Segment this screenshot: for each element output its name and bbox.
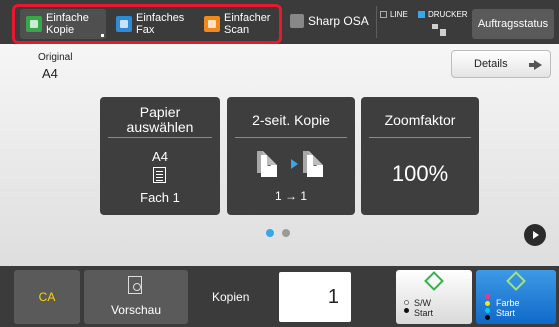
zoom-value: 100% <box>391 161 449 186</box>
color-start-label: Farbe Start <box>496 298 520 318</box>
paper-select-tile[interactable]: Papier auswählen A4 Fach 1 <box>100 97 220 215</box>
arrow-right-icon <box>529 60 542 70</box>
page-indicator <box>266 229 298 237</box>
details-label: Details <box>474 58 508 70</box>
copies-label: Kopien <box>212 290 250 304</box>
tile-divider <box>108 137 212 138</box>
clear-all-button[interactable]: CA <box>14 270 80 324</box>
sharp-osa-icon <box>290 14 304 28</box>
zoom-tile-title: Zoomfaktor <box>384 112 456 128</box>
duplex-mapping: 1 → 1 <box>274 189 307 203</box>
divider <box>376 6 377 38</box>
page-dot[interactable] <box>282 229 290 237</box>
job-queue-icon <box>432 24 446 36</box>
paper-size: A4 <box>152 149 168 164</box>
tile-divider <box>369 137 471 138</box>
quick-scan-button[interactable]: Einfacher Scan <box>198 9 278 39</box>
bottom-bar: CA Vorschau Kopien 1 S/W Start Farbe Sta… <box>0 266 559 327</box>
start-diamond-icon <box>506 271 526 291</box>
quick-copy-button[interactable]: Einfache Kopie <box>20 9 106 39</box>
job-status-button[interactable]: Auftragsstatus <box>472 9 554 39</box>
copies-input[interactable]: 1 <box>279 272 351 322</box>
line-indicator: LINE <box>380 10 408 19</box>
zoom-tile[interactable]: Zoomfaktor 100% <box>361 97 479 215</box>
line-label: LINE <box>390 10 408 19</box>
quick-fax-button[interactable]: Einfaches Fax <box>110 9 192 39</box>
page-b-icon: 1 <box>307 155 323 177</box>
duplex-copy-tile[interactable]: 2-seit. Kopie 1 1 1 → 1 <box>227 97 355 215</box>
printer-status-icon <box>418 11 425 18</box>
next-page-button[interactable] <box>524 224 546 246</box>
details-button[interactable]: Details <box>451 50 551 78</box>
color-mode-icon <box>485 294 490 324</box>
duplex-mode-icon: 1 1 <box>257 151 325 181</box>
scan-icon <box>204 16 220 32</box>
start-diamond-icon <box>424 271 444 291</box>
original-value: A4 <box>42 66 58 81</box>
page-dot-active[interactable] <box>266 229 274 237</box>
bw-mode-icon <box>404 300 410 316</box>
preview-icon <box>128 276 142 294</box>
paper-tile-title: Papier auswählen <box>126 104 194 135</box>
page-a-icon: 1 <box>261 155 277 177</box>
quick-copy-label: Einfache Kopie <box>46 12 89 36</box>
top-bar: Einfache Kopie Einfaches Fax Einfacher S… <box>0 0 559 44</box>
preview-button[interactable]: Vorschau <box>84 270 188 324</box>
corner-marker <box>101 34 104 37</box>
arrow-right-icon <box>291 159 298 169</box>
color-start-button[interactable]: Farbe Start <box>476 270 556 324</box>
duplex-tile-title: 2-seit. Kopie <box>252 112 330 128</box>
tile-divider <box>235 137 347 138</box>
original-label: Original <box>38 52 73 63</box>
quick-scan-label: Einfacher Scan <box>224 12 271 36</box>
copy-icon <box>26 16 42 32</box>
fax-icon <box>116 16 132 32</box>
paper-tray-icon <box>153 167 166 183</box>
bw-start-label: S/W Start <box>414 298 434 318</box>
sharp-osa-label: Sharp OSA <box>308 14 369 28</box>
quick-fax-label: Einfaches Fax <box>136 12 185 36</box>
paper-tray-label: Fach 1 <box>140 190 180 205</box>
printer-indicator: DRUCKER <box>418 10 468 19</box>
line-status-icon <box>380 11 387 18</box>
main-panel: Original A4 Details Papier auswählen A4 … <box>0 44 559 266</box>
sharp-osa-button[interactable]: Sharp OSA <box>290 14 369 28</box>
preview-label: Vorschau <box>110 303 162 317</box>
printer-label: DRUCKER <box>428 10 468 19</box>
bw-start-button[interactable]: S/W Start <box>396 270 472 324</box>
